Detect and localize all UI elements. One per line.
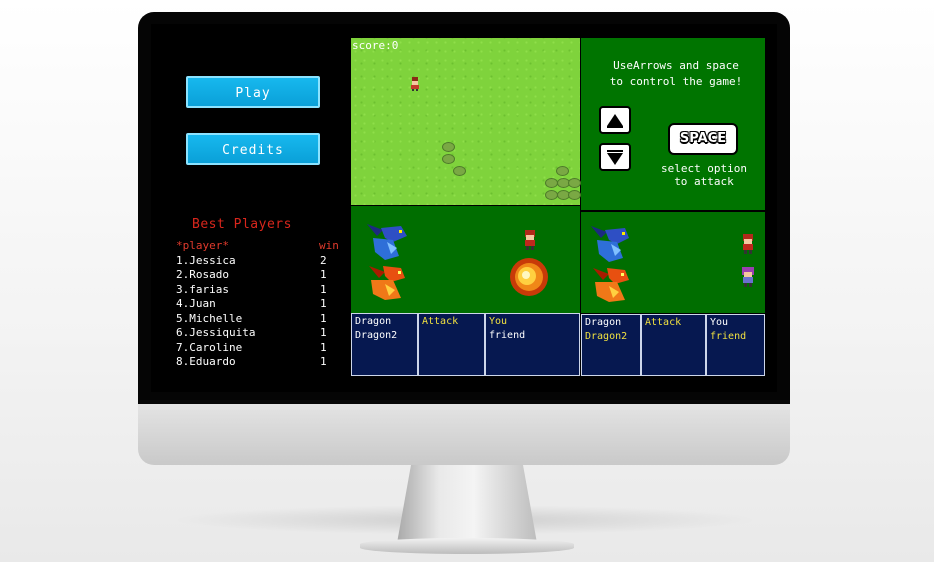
leaderboard-row-name: 6.Jessiquita [176, 326, 256, 339]
hero-sprite [743, 234, 753, 254]
red-dragon-sprite [593, 268, 629, 302]
party-member[interactable]: friend [710, 330, 761, 344]
leaderboard-row-win: 1 [320, 341, 327, 354]
select-hint-line: to attack [674, 175, 734, 188]
attack-option[interactable]: Attack [645, 316, 702, 330]
leaderboard-row-name: 4.Juan [176, 297, 216, 310]
select-option-hint: select option to attack [648, 162, 760, 188]
attack-option[interactable]: Attack [422, 315, 481, 329]
bush [442, 154, 455, 164]
friend-sprite [742, 267, 754, 287]
leaderboard-title: Best Players [192, 217, 292, 232]
blue-dragon-sprite [367, 224, 407, 260]
leaderboard-row-name: 7.Caroline [176, 341, 243, 354]
leaderboard-row-name: 5.Michelle [176, 312, 243, 325]
leaderboard-row-win: 1 [320, 268, 327, 281]
leaderboard-row-name: 8.Eduardo [176, 355, 236, 368]
leaderboard-row-win: 1 [320, 355, 327, 368]
enemy-name[interactable]: Dragon [585, 316, 637, 330]
leaderboard-row-win: 1 [320, 312, 327, 325]
arrow-up-key-icon [599, 106, 631, 134]
leaderboard-row-name: 3.farias [176, 283, 229, 296]
instructions-line: to control the game! [609, 75, 743, 88]
leaderboard-row-name: 1.Jessica [176, 254, 236, 267]
arrow-down-key-icon [599, 143, 631, 171]
party-member[interactable]: friend [489, 329, 576, 343]
party-list-box: You friend [706, 314, 765, 376]
enemy-name[interactable]: Dragon2 [585, 330, 637, 344]
player-sprite [411, 77, 419, 91]
red-dragon-sprite [369, 266, 405, 300]
leaderboard-row-win: 2 [320, 254, 327, 267]
leaderboard-header-player: *player* [176, 239, 229, 252]
enemy-name[interactable]: Dragon2 [355, 329, 414, 343]
leaderboard-header-win: win [319, 239, 339, 252]
leaderboard-row-name: 2.Rosado [176, 268, 229, 281]
hero-sprite [525, 230, 535, 250]
party-list-box: You friend [485, 313, 580, 376]
bush [568, 178, 581, 188]
controls-instructions: UseArrows and space to control the game! [586, 58, 766, 90]
monitor-stand-neck [397, 465, 537, 543]
leaderboard-row-win: 1 [320, 297, 327, 310]
bush [568, 190, 581, 200]
bush [556, 166, 569, 176]
enemy-name[interactable]: Dragon [355, 315, 414, 329]
monitor-chin [138, 403, 790, 465]
explosion-effect [510, 258, 548, 296]
party-member[interactable]: You [489, 315, 576, 329]
instructions-line: UseArrows and space [613, 59, 739, 72]
monitor-stand-base [360, 538, 574, 554]
blue-dragon-sprite [591, 226, 629, 262]
select-hint-line: select option [660, 162, 748, 175]
action-menu-box: Attack [418, 313, 485, 376]
score-display: score:0 [352, 39, 399, 52]
credits-button[interactable]: Credits [186, 133, 320, 165]
space-key-icon: SPACE [668, 123, 738, 155]
enemy-list-box: Dragon Dragon2 [581, 314, 641, 376]
bush [453, 166, 466, 176]
party-member[interactable]: You [710, 316, 761, 330]
enemy-list-box: Dragon Dragon2 [351, 313, 418, 376]
play-button[interactable]: Play [186, 76, 320, 108]
leaderboard-row-win: 1 [320, 283, 327, 296]
leaderboard-row-win: 1 [320, 326, 327, 339]
bush [442, 142, 455, 152]
action-menu-box: Attack [641, 314, 706, 376]
